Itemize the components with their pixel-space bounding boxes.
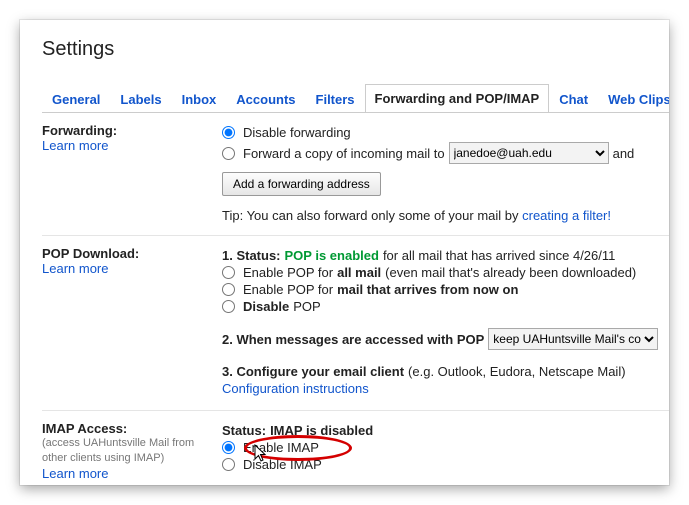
forwarding-address-select[interactable]: janedoe@uah.edu <box>449 142 609 164</box>
create-filter-link[interactable]: creating a filter! <box>522 208 611 223</box>
imap-enable-radio[interactable] <box>222 441 235 454</box>
imap-status-label: Status: <box>222 423 266 438</box>
section-forwarding: Forwarding: Learn more Disable forwardin… <box>42 113 669 236</box>
tab-forwarding-pop-imap[interactable]: Forwarding and POP/IMAP <box>365 84 550 113</box>
pop-learn-more-link[interactable]: Learn more <box>42 261 108 276</box>
pop-enable-now-radio[interactable] <box>222 283 235 296</box>
forwarding-heading: Forwarding: <box>42 123 212 138</box>
pop-status-value: POP is enabled <box>285 248 379 263</box>
forwarding-disable-label: Disable forwarding <box>243 125 351 140</box>
section-imap: IMAP Access: (access UAHuntsville Mail f… <box>42 411 669 485</box>
pop-step2-label: 2. When messages are accessed with POP <box>222 332 484 347</box>
pop-enable-now-prefix: Enable POP for <box>243 282 333 297</box>
pop-step3-rest: (e.g. Outlook, Eudora, Netscape Mail) <box>408 364 626 379</box>
pop-status-prefix: 1. Status: <box>222 248 281 263</box>
imap-status-value: IMAP is disabled <box>270 423 373 438</box>
tab-chat[interactable]: Chat <box>549 85 598 113</box>
add-forwarding-address-button[interactable]: Add a forwarding address <box>222 172 381 196</box>
tab-accounts[interactable]: Accounts <box>226 85 305 113</box>
tab-labels[interactable]: Labels <box>110 85 171 113</box>
pop-disable-suffix: POP <box>293 299 320 314</box>
tab-inbox[interactable]: Inbox <box>172 85 227 113</box>
forwarding-tip-text: Tip: You can also forward only some of y… <box>222 208 522 223</box>
imap-heading: IMAP Access: <box>42 421 212 436</box>
imap-disable-label: Disable IMAP <box>243 457 322 472</box>
pop-step3-bold: 3. Configure your email client <box>222 364 404 379</box>
pop-enable-all-suffix: (even mail that's already been downloade… <box>385 265 636 280</box>
tab-web-clips[interactable]: Web Clips <box>598 85 669 113</box>
pop-enable-now-bold: mail that arrives from now on <box>337 282 518 297</box>
forwarding-copy-radio[interactable] <box>222 147 235 160</box>
pop-disable-radio[interactable] <box>222 300 235 313</box>
pop-enable-all-prefix: Enable POP for <box>243 265 333 280</box>
forwarding-copy-suffix: and <box>613 146 635 161</box>
tab-general[interactable]: General <box>42 85 110 113</box>
pop-status-suffix: for all mail that has arrived since 4/26… <box>383 248 615 263</box>
imap-learn-more-link[interactable]: Learn more <box>42 466 108 481</box>
pop-enable-all-bold: all mail <box>337 265 381 280</box>
pop-config-instructions-link[interactable]: Configuration instructions <box>222 381 369 396</box>
pop-disable-bold: Disable <box>243 299 289 314</box>
pop-heading: POP Download: <box>42 246 212 261</box>
pop-access-action-select[interactable]: keep UAHuntsville Mail's co <box>488 328 658 350</box>
forwarding-learn-more-link[interactable]: Learn more <box>42 138 108 153</box>
forwarding-disable-radio[interactable] <box>222 126 235 139</box>
page-title: Settings <box>42 38 669 61</box>
pop-enable-all-radio[interactable] <box>222 266 235 279</box>
section-pop: POP Download: Learn more 1. Status: POP … <box>42 236 669 411</box>
imap-disable-radio[interactable] <box>222 458 235 471</box>
imap-enable-label: Enable IMAP <box>243 440 319 455</box>
imap-sub: (access UAHuntsville Mail from other cli… <box>42 436 212 466</box>
tab-filters[interactable]: Filters <box>306 85 365 113</box>
forwarding-copy-label: Forward a copy of incoming mail to <box>243 146 445 161</box>
settings-tabs: General Labels Inbox Accounts Filters Fo… <box>42 83 669 113</box>
